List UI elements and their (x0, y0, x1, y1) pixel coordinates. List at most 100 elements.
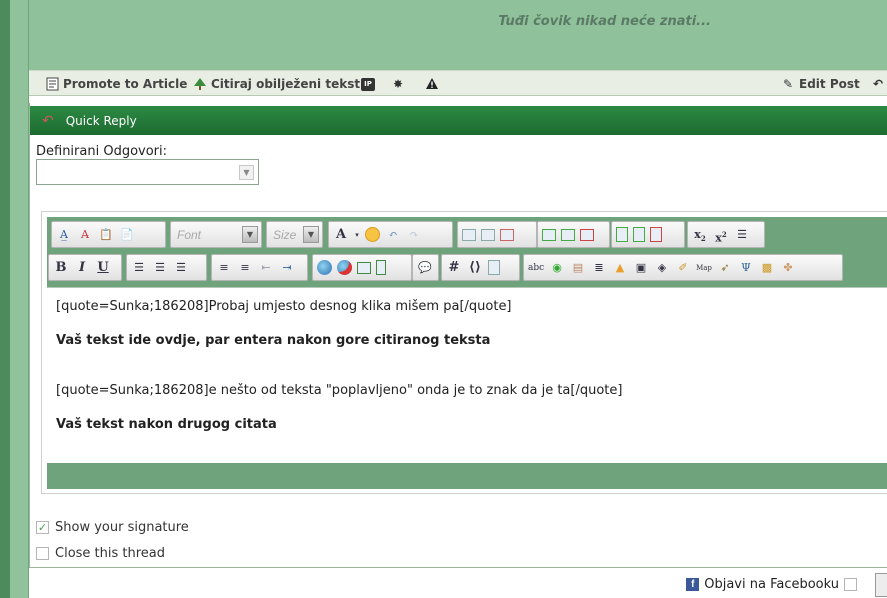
spoiler-icon[interactable]: Ψ (738, 260, 754, 276)
strike-icon[interactable]: abc (528, 260, 544, 276)
window-icon[interactable]: ▣ (633, 260, 649, 276)
ip-icon: IP (361, 77, 375, 91)
code-icon[interactable]: ⟨⟩ (467, 260, 483, 276)
ip-button[interactable]: IP (361, 75, 375, 93)
facebook-checkbox[interactable] (844, 578, 857, 591)
unordered-list-icon[interactable]: ≡ (237, 260, 253, 276)
column-tools-group (611, 221, 685, 248)
facebook-publish-option[interactable]: f Objavi na Facebooku (686, 577, 857, 592)
script-tools-group: x2 x2 ☰ (687, 221, 765, 248)
star-button[interactable]: ✸ (391, 75, 405, 93)
size-select[interactable]: Size ▼ (266, 221, 323, 248)
insert-column-before-icon[interactable] (616, 227, 628, 242)
paste-word-icon[interactable]: 📄 (119, 227, 135, 243)
table-delete-icon[interactable] (500, 228, 514, 241)
font-select[interactable]: Font ▼ (170, 221, 262, 248)
brush-icon[interactable]: ✐ (675, 260, 691, 276)
insert-row-after-icon[interactable] (561, 228, 575, 241)
undo-icon[interactable]: ↶ (385, 227, 401, 243)
image-icon[interactable] (357, 261, 371, 274)
reply-footer: f Objavi na Facebooku (29, 567, 887, 598)
edit-post-label: Edit Post (799, 77, 860, 91)
show-signature-checkbox[interactable]: ✓ (36, 521, 49, 534)
ordered-list-icon[interactable]: ≡ (216, 260, 232, 276)
paste-text-icon[interactable]: 📋 (98, 227, 114, 243)
message-textarea[interactable]: [quote=Sunka;186208]Probaj umjesto desno… (47, 287, 887, 463)
show-signature-option[interactable]: ✓ Show your signature (36, 520, 189, 535)
quick-reply-header[interactable]: ↶ Quick Reply (30, 106, 887, 135)
edit-post-link[interactable]: ✎ Edit Post (781, 75, 860, 93)
feather-icon[interactable]: ➶ (717, 260, 733, 276)
link-icon[interactable] (317, 260, 332, 275)
code-group: # ⟨⟩ (441, 254, 520, 281)
predefined-replies-label: Definirani Odgovori: (36, 144, 168, 159)
delete-row-icon[interactable] (580, 228, 594, 241)
facebook-icon: f (686, 578, 700, 591)
predefined-replies-select[interactable]: ▼ (36, 159, 259, 185)
close-thread-option[interactable]: Close this thread (36, 546, 165, 561)
outdent-icon[interactable]: ⇤ (258, 260, 274, 276)
quote-icon[interactable]: 💬 (417, 260, 433, 276)
chevron-down-icon[interactable]: ▾ (354, 227, 360, 243)
align-right-icon[interactable]: ☰ (173, 260, 189, 276)
facebook-label: Objavi na Facebooku (704, 577, 839, 592)
list-icon[interactable]: ≣ (591, 260, 607, 276)
reply-arrow-icon: ↶ (872, 77, 884, 91)
superscript-icon[interactable]: x2 (713, 227, 729, 245)
quote-group: 💬 (412, 254, 439, 281)
editor-container: A̲ A̶ 📋 📄 Font ▼ Size ▼ A ▾ ↶ ↷ x2 x2 ☰ … (41, 211, 887, 494)
submit-button[interactable] (875, 573, 887, 597)
font-style-icon[interactable]: A̲ (56, 227, 72, 243)
close-thread-checkbox[interactable] (36, 547, 49, 560)
chevron-down-icon: ▼ (242, 226, 258, 243)
tree-icon (193, 77, 207, 91)
insert-column-after-icon[interactable] (633, 227, 645, 242)
quote-selected-link[interactable]: Citiraj obilježeni tekst (193, 75, 360, 93)
subscript-icon[interactable]: x2 (692, 227, 708, 243)
unlink-icon[interactable] (337, 260, 352, 275)
scroll-icon[interactable]: ▤ (570, 260, 586, 276)
insert-row-before-icon[interactable] (542, 228, 556, 241)
table-properties-icon[interactable] (481, 228, 495, 241)
spy-icon[interactable]: ◈ (654, 260, 670, 276)
horizontal-rule-icon[interactable]: ☰ (734, 227, 750, 243)
underline-icon[interactable]: U (95, 260, 111, 276)
php-icon[interactable] (488, 260, 500, 275)
align-center-icon[interactable]: ☰ (152, 260, 168, 276)
quote-selected-label: Citiraj obilježeni tekst (211, 77, 361, 91)
content-line-1: [quote=Sunka;186208]Probaj umjesto desno… (56, 299, 512, 314)
font-color-icon[interactable]: A (333, 227, 349, 243)
box-icon[interactable]: ▩ (759, 260, 775, 276)
promote-to-article-link[interactable]: Promote to Article (45, 75, 187, 93)
left-border-strip (0, 0, 10, 598)
custom-bbcode-group: abc ◉ ▤ ≣ ▲ ▣ ◈ ✐ Map ➶ Ψ ▩ ✤ (523, 254, 843, 281)
editor-toolbar-row-2: B I U ☰ ☰ ☰ ≡ ≡ ⇤ ⇥ 💬 # ⟨⟩ abc ◉ ▤ ≣ ▲ ▣… (47, 254, 887, 284)
content-line-2: Vaš tekst ide ovdje, par entera nakon go… (56, 333, 491, 348)
hash-icon[interactable]: # (446, 260, 462, 276)
content-line-3: [quote=Sunka;186208]e nešto od teksta "p… (56, 383, 623, 398)
puzzle-icon[interactable]: ✤ (780, 260, 796, 276)
remove-format-icon[interactable]: A̶ (77, 227, 93, 243)
align-left-icon[interactable]: ☰ (131, 260, 147, 276)
map-icon[interactable]: Map (696, 260, 712, 276)
size-select-label: Size (273, 228, 297, 242)
video-icon[interactable] (376, 260, 386, 275)
alert-icon[interactable]: ▲ (612, 260, 628, 276)
document-icon (45, 77, 59, 91)
delete-column-icon[interactable] (650, 227, 662, 242)
smilie-icon[interactable] (365, 227, 380, 242)
reply-button[interactable]: ↶ (871, 75, 885, 93)
pencil-icon: ✎ (782, 77, 794, 91)
italic-icon[interactable]: I (74, 260, 90, 276)
highlight-icon[interactable]: ◉ (549, 260, 565, 276)
redo-icon[interactable]: ↷ (406, 227, 422, 243)
table-icon[interactable] (462, 228, 476, 241)
post-signature: Tuđi čovik nikad neće znati... (498, 14, 711, 29)
post-body: Tuđi čovik nikad neće znati... (29, 0, 887, 70)
report-button[interactable] (425, 75, 439, 93)
indent-icon[interactable]: ⇥ (279, 260, 295, 276)
content-line-4: Vaš tekst nakon drugog citata (56, 417, 277, 432)
bold-icon[interactable]: B (53, 260, 69, 276)
editor-frame: A̲ A̶ 📋 📄 Font ▼ Size ▼ A ▾ ↶ ↷ x2 x2 ☰ … (47, 217, 887, 489)
